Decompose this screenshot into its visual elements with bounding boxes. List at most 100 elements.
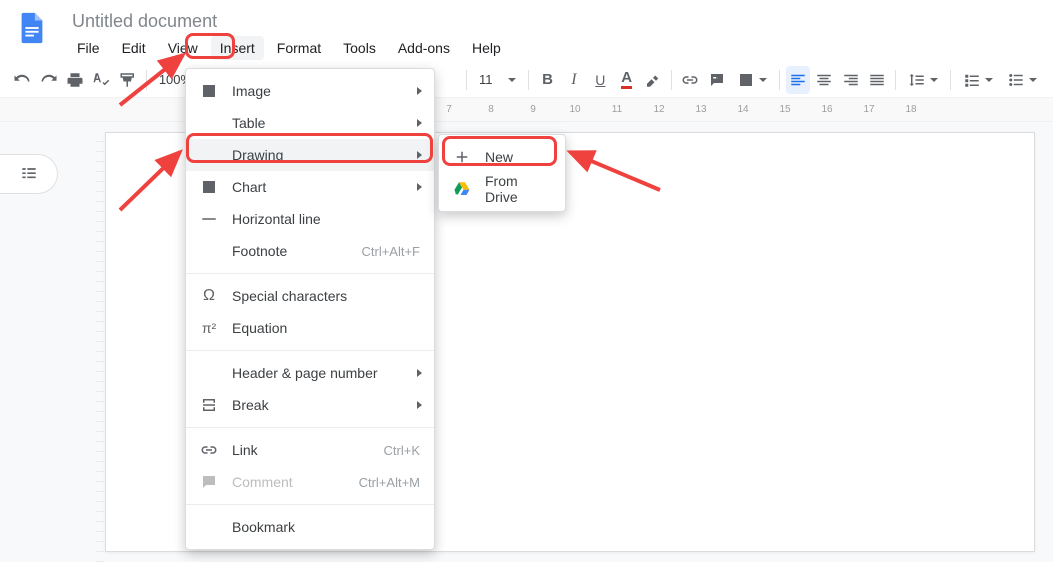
- chevron-right-icon: [417, 401, 422, 409]
- table-icon: [198, 112, 220, 134]
- ruler-tick: 17: [860, 104, 878, 116]
- header-icon: [198, 362, 220, 384]
- align-justify-button[interactable]: [865, 66, 889, 94]
- toolbar: 100% 11 B I U A: [0, 62, 1053, 98]
- print-button[interactable]: [63, 66, 87, 94]
- ruler-ticks: 789101112131415161718: [440, 104, 1053, 116]
- insert-table-label: Table: [232, 115, 420, 131]
- insert-image-button[interactable]: [731, 66, 773, 94]
- insert-header-page-item[interactable]: Header & page number: [186, 357, 434, 389]
- chevron-right-icon: [417, 87, 422, 95]
- font-size-select[interactable]: 11: [473, 66, 523, 94]
- chevron-right-icon: [417, 369, 422, 377]
- insert-image-label: Image: [232, 83, 420, 99]
- document-outline-button[interactable]: [0, 154, 58, 194]
- insert-header-page-label: Header & page number: [232, 365, 420, 381]
- ruler-tick: 10: [566, 104, 584, 116]
- menu-file[interactable]: File: [68, 36, 109, 60]
- drawing-from-drive-label: From Drive: [485, 173, 551, 205]
- insert-bookmark-item[interactable]: Bookmark: [186, 511, 434, 543]
- redo-button[interactable]: [36, 66, 60, 94]
- ruler-tick: 14: [734, 104, 752, 116]
- italic-button[interactable]: I: [562, 66, 586, 94]
- menu-format[interactable]: Format: [268, 36, 330, 60]
- align-left-button[interactable]: [786, 66, 810, 94]
- insert-equation-item[interactable]: π² Equation: [186, 312, 434, 344]
- menu-view[interactable]: View: [159, 36, 207, 60]
- chevron-right-icon: [417, 119, 422, 127]
- bold-button[interactable]: B: [535, 66, 559, 94]
- document-title[interactable]: Untitled document: [68, 8, 1041, 34]
- ruler-tick: 13: [692, 104, 710, 116]
- ruler-tick: 16: [818, 104, 836, 116]
- insert-hline-item[interactable]: Horizontal line: [186, 203, 434, 235]
- drawing-from-drive-item[interactable]: From Drive: [439, 173, 565, 205]
- comment-icon: [198, 471, 220, 493]
- insert-footnote-label: Footnote: [232, 243, 361, 259]
- menu-insert[interactable]: Insert: [211, 36, 264, 60]
- insert-comment-button[interactable]: [705, 66, 729, 94]
- ruler-tick: 15: [776, 104, 794, 116]
- bulleted-list-button[interactable]: [1001, 66, 1043, 94]
- insert-link-button[interactable]: [678, 66, 702, 94]
- drawing-icon: [198, 144, 220, 166]
- horizontal-line-icon: [198, 208, 220, 230]
- menu-tools[interactable]: Tools: [334, 36, 385, 60]
- text-color-button[interactable]: A: [615, 66, 639, 94]
- vertical-ruler[interactable]: [96, 132, 104, 562]
- underline-button[interactable]: U: [588, 66, 612, 94]
- insert-comment-item[interactable]: Comment Ctrl+Alt+M: [186, 466, 434, 498]
- break-icon: [198, 394, 220, 416]
- ruler-tick: 12: [650, 104, 668, 116]
- menu-help[interactable]: Help: [463, 36, 510, 60]
- insert-footnote-item[interactable]: Footnote Ctrl+Alt+F: [186, 235, 434, 267]
- undo-button[interactable]: [10, 66, 34, 94]
- bookmark-icon: [198, 516, 220, 538]
- insert-table-item[interactable]: Table: [186, 107, 434, 139]
- chart-icon: [198, 176, 220, 198]
- spellcheck-button[interactable]: [89, 66, 113, 94]
- ruler-tick: 7: [440, 104, 458, 116]
- highlight-button[interactable]: [641, 66, 665, 94]
- insert-image-item[interactable]: Image: [186, 75, 434, 107]
- image-icon: [198, 80, 220, 102]
- insert-special-label: Special characters: [232, 288, 420, 304]
- link-icon: [198, 439, 220, 461]
- link-shortcut: Ctrl+K: [384, 443, 420, 458]
- insert-link-item[interactable]: Link Ctrl+K: [186, 434, 434, 466]
- insert-chart-item[interactable]: Chart: [186, 171, 434, 203]
- menu-edit[interactable]: Edit: [113, 36, 155, 60]
- line-spacing-button[interactable]: [902, 66, 944, 94]
- chevron-right-icon: [417, 151, 422, 159]
- drawing-submenu: New From Drive: [438, 134, 566, 212]
- ruler-tick: 11: [608, 104, 626, 116]
- checklist-button[interactable]: [957, 66, 999, 94]
- menubar: File Edit View Insert Format Tools Add-o…: [68, 36, 1041, 60]
- align-right-button[interactable]: [839, 66, 863, 94]
- comment-shortcut: Ctrl+Alt+M: [359, 475, 420, 490]
- footnote-shortcut: Ctrl+Alt+F: [361, 244, 420, 259]
- insert-chart-label: Chart: [232, 179, 420, 195]
- paintformat-button[interactable]: [116, 66, 140, 94]
- font-size-value: 11: [479, 72, 493, 87]
- insert-comment-label: Comment: [232, 474, 359, 490]
- insert-link-label: Link: [232, 442, 384, 458]
- insert-break-item[interactable]: Break: [186, 389, 434, 421]
- menu-addons[interactable]: Add-ons: [389, 36, 459, 60]
- ruler-tick: 18: [902, 104, 920, 116]
- plus-icon: [451, 146, 473, 168]
- insert-drawing-item[interactable]: Drawing: [186, 139, 434, 171]
- footnote-icon: [198, 240, 220, 262]
- chevron-right-icon: [417, 183, 422, 191]
- ruler-tick: 8: [482, 104, 500, 116]
- horizontal-ruler[interactable]: 789101112131415161718: [0, 98, 1053, 122]
- drawing-new-item[interactable]: New: [439, 141, 565, 173]
- align-center-button[interactable]: [812, 66, 836, 94]
- insert-break-label: Break: [232, 397, 420, 413]
- insert-special-item[interactable]: Ω Special characters: [186, 280, 434, 312]
- insert-drawing-label: Drawing: [232, 147, 420, 163]
- drawing-new-label: New: [485, 149, 551, 165]
- pi-icon: π²: [198, 317, 220, 339]
- omega-icon: Ω: [198, 285, 220, 307]
- docs-logo[interactable]: [12, 8, 52, 48]
